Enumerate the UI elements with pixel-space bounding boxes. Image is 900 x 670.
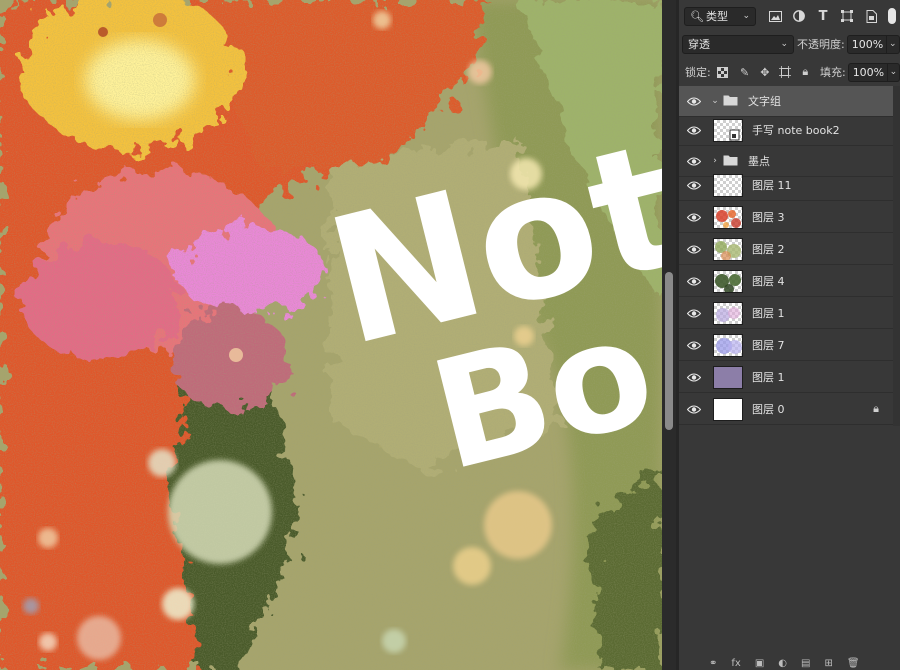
layer-name: 图层 7 bbox=[752, 339, 785, 352]
canvas-scroll-thumb[interactable] bbox=[665, 272, 673, 430]
eye-icon[interactable] bbox=[679, 276, 709, 286]
mask-icon[interactable]: ▣ bbox=[755, 658, 764, 669]
new-layer-icon[interactable]: ⊞ bbox=[824, 658, 832, 669]
chevron-down-icon: ⌄ bbox=[780, 39, 788, 49]
layer-name: 图层 4 bbox=[752, 275, 785, 288]
type-filter-icon[interactable]: T bbox=[814, 7, 832, 25]
layer-kind-label: 类型 bbox=[705, 10, 728, 23]
layer-row-layer-1a[interactable]: 图层 1 bbox=[679, 298, 893, 329]
lock-position-icon[interactable]: ✥ bbox=[758, 65, 771, 79]
layer-row-handwritten[interactable]: 手写 note book2 bbox=[679, 115, 893, 146]
layer-row-layer-11[interactable]: 图层 11 bbox=[679, 170, 893, 201]
search-icon: 🔍︎ bbox=[690, 9, 704, 23]
blend-row: 穿透 ⌄ 不透明度: 100% ⌄ bbox=[679, 30, 900, 58]
filter-toggle[interactable] bbox=[888, 8, 896, 24]
layer-thumbnail bbox=[713, 118, 743, 142]
layer-row-layer-0[interactable]: 图层 0 🔒︎ bbox=[679, 394, 893, 425]
lock-all-icon[interactable]: 🔒︎ bbox=[799, 65, 812, 79]
layer-thumbnail bbox=[713, 365, 743, 389]
layer-name: 图层 1 bbox=[752, 371, 785, 384]
layer-name: 墨点 bbox=[748, 155, 770, 168]
lock-row: 锁定: ✎ ✥ 🔒︎ 填充: 100% ⌄ bbox=[679, 58, 900, 86]
eye-icon[interactable] bbox=[679, 372, 709, 382]
layer-thumbnail bbox=[713, 205, 743, 229]
fill-dropdown[interactable]: ⌄ bbox=[887, 62, 900, 82]
folder-icon bbox=[723, 94, 738, 109]
layer-row-text-group[interactable]: ⌄ 文字组 bbox=[679, 86, 893, 117]
chevron-down-icon[interactable]: ⌄ bbox=[709, 96, 721, 106]
layers-scrollbar[interactable] bbox=[893, 86, 900, 426]
document-canvas[interactable]: Not Bo bbox=[0, 0, 662, 670]
layer-name: 图层 11 bbox=[752, 179, 792, 192]
eye-icon[interactable] bbox=[679, 96, 709, 106]
layer-row-layer-3[interactable]: 图层 3 bbox=[679, 202, 893, 233]
eye-icon[interactable] bbox=[679, 340, 709, 350]
layer-name: 图层 1 bbox=[752, 307, 785, 320]
lock-transparent-pixels-icon[interactable] bbox=[716, 65, 729, 79]
canvas-vertical-scrollbar[interactable] bbox=[662, 0, 676, 670]
layer-name: 图层 0 bbox=[752, 403, 785, 416]
layer-row-layer-2[interactable]: 图层 2 bbox=[679, 234, 893, 265]
opacity-label: 不透明度: bbox=[797, 38, 845, 51]
layers-panel: 🔍︎ 类型 ⌄ T 穿透 ⌄ 不透明度: 100% ⌄ 锁定: ✎ ✥ 🔒︎ 填… bbox=[679, 0, 900, 670]
layer-kind-filter[interactable]: 🔍︎ 类型 ⌄ bbox=[684, 6, 756, 26]
blend-mode-value: 穿透 bbox=[688, 38, 710, 51]
eye-icon[interactable] bbox=[679, 212, 709, 222]
link-icon[interactable]: ⚭ bbox=[709, 658, 717, 669]
lock-label: 锁定: bbox=[685, 66, 711, 79]
fill-input[interactable]: 100% bbox=[847, 62, 888, 82]
eye-icon[interactable] bbox=[679, 404, 709, 414]
folder-icon bbox=[723, 154, 738, 169]
eye-icon[interactable] bbox=[679, 125, 709, 135]
eye-icon[interactable] bbox=[679, 180, 709, 190]
layer-filter-row: 🔍︎ 类型 ⌄ T bbox=[679, 2, 900, 30]
layer-thumbnail bbox=[713, 269, 743, 293]
lock-artboard-icon[interactable] bbox=[778, 65, 792, 79]
artwork: Not Bo bbox=[0, 0, 662, 670]
fx-icon[interactable]: fx bbox=[731, 658, 740, 669]
layer-name: 图层 3 bbox=[752, 211, 785, 224]
layers-footer: ⚭ fx ▣ ◐ ▤ ⊞ 🗑︎ bbox=[679, 656, 900, 670]
eye-icon[interactable] bbox=[679, 156, 709, 166]
shape-filter-icon[interactable] bbox=[838, 7, 856, 25]
new-group-icon[interactable]: ▤ bbox=[801, 658, 810, 669]
layer-row-layer-4[interactable]: 图层 4 bbox=[679, 266, 893, 297]
trash-icon[interactable]: 🗑︎ bbox=[847, 658, 860, 669]
layer-name: 图层 2 bbox=[752, 243, 785, 256]
layer-thumbnail bbox=[713, 397, 743, 421]
layer-row-layer-1b[interactable]: 图层 1 bbox=[679, 362, 893, 393]
eye-icon[interactable] bbox=[679, 308, 709, 318]
lock-icon: 🔒︎ bbox=[873, 402, 879, 415]
layer-thumbnail bbox=[713, 173, 743, 197]
fill-label: 填充: bbox=[819, 66, 846, 79]
layer-thumbnail bbox=[713, 301, 743, 325]
chevron-right-icon[interactable]: › bbox=[709, 156, 721, 166]
layer-name: 文字组 bbox=[748, 95, 781, 108]
layer-name: 手写 note book2 bbox=[752, 124, 840, 137]
chevron-down-icon: ⌄ bbox=[742, 11, 750, 21]
layer-thumbnail bbox=[713, 237, 743, 261]
adjustment-filter-icon[interactable] bbox=[790, 7, 808, 25]
layer-row-layer-7[interactable]: 图层 7 bbox=[679, 330, 893, 361]
opacity-input[interactable]: 100% bbox=[846, 34, 887, 54]
opacity-dropdown[interactable]: ⌄ bbox=[886, 34, 900, 54]
image-filter-icon[interactable] bbox=[766, 7, 784, 25]
layer-thumbnail bbox=[713, 333, 743, 357]
eye-icon[interactable] bbox=[679, 244, 709, 254]
adjustment-layer-icon[interactable]: ◐ bbox=[778, 658, 787, 669]
smart-object-filter-icon[interactable] bbox=[862, 7, 880, 25]
lock-image-pixels-icon[interactable]: ✎ bbox=[738, 65, 751, 79]
blend-mode-select[interactable]: 穿透 ⌄ bbox=[682, 34, 794, 54]
